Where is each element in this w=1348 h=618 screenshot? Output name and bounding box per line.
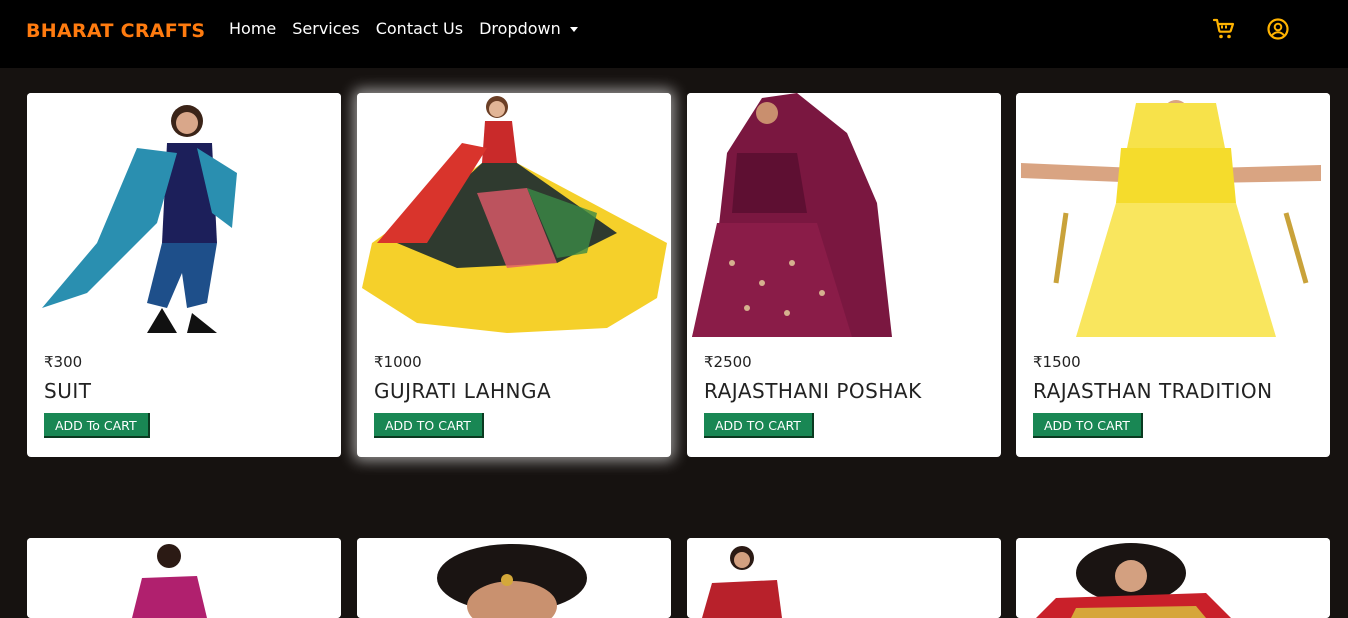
nav-home[interactable]: Home xyxy=(229,19,276,38)
nav-contact[interactable]: Contact Us xyxy=(376,19,463,38)
cart-icon[interactable] xyxy=(1212,17,1236,41)
product-price: ₹1500 xyxy=(1033,353,1081,371)
brand-logo[interactable]: BHARAT CRAFTS xyxy=(26,20,205,42)
add-to-cart-button[interactable]: ADD To CART xyxy=(44,413,150,438)
product-price: ₹300 xyxy=(44,353,83,371)
caret-down-icon xyxy=(569,27,578,32)
product-card-rajasthan-tradition: ₹1500 RAJASTHAN TRADITION ADD TO CART xyxy=(1016,93,1330,457)
product-card-rajasthani-poshak: ₹2500 RAJASTHANI POSHAK ADD TO CART xyxy=(687,93,1001,457)
nav-dropdown[interactable]: Dropdown xyxy=(479,19,578,38)
product-image xyxy=(357,538,671,618)
navbar: BHARAT CRAFTS Home Services Contact Us D… xyxy=(0,0,1348,68)
user-circle-icon[interactable] xyxy=(1266,17,1290,41)
nav-links: Home Services Contact Us Dropdown xyxy=(229,19,594,38)
product-title: SUIT xyxy=(44,379,92,403)
product-card xyxy=(27,538,341,618)
product-image xyxy=(27,538,341,618)
product-card-suit: ₹300 SUIT ADD To CART xyxy=(27,93,341,457)
product-title: GUJRATI LAHNGA xyxy=(374,379,552,403)
product-price: ₹2500 xyxy=(704,353,752,371)
product-image-gujrati-lahnga xyxy=(357,93,671,337)
product-image-rajasthan-tradition xyxy=(1016,93,1330,337)
product-card-gujrati-lahnga: ₹1000 GUJRATI LAHNGA ADD TO CART xyxy=(357,93,671,457)
add-to-cart-button[interactable]: ADD TO CART xyxy=(1033,413,1143,438)
nav-dropdown-label: Dropdown xyxy=(479,19,561,38)
add-to-cart-button[interactable]: ADD TO CART xyxy=(374,413,484,438)
product-image-suit xyxy=(27,93,341,337)
product-image xyxy=(687,538,1001,618)
product-card xyxy=(357,538,671,618)
product-card xyxy=(1016,538,1330,618)
product-title: RAJASTHAN TRADITION xyxy=(1033,379,1273,403)
product-title: RAJASTHANI POSHAK xyxy=(704,379,922,403)
product-image xyxy=(1016,538,1330,618)
product-image-rajasthani-poshak xyxy=(687,93,1001,337)
product-card xyxy=(687,538,1001,618)
nav-services[interactable]: Services xyxy=(292,19,359,38)
product-price: ₹1000 xyxy=(374,353,422,371)
add-to-cart-button[interactable]: ADD TO CART xyxy=(704,413,814,438)
